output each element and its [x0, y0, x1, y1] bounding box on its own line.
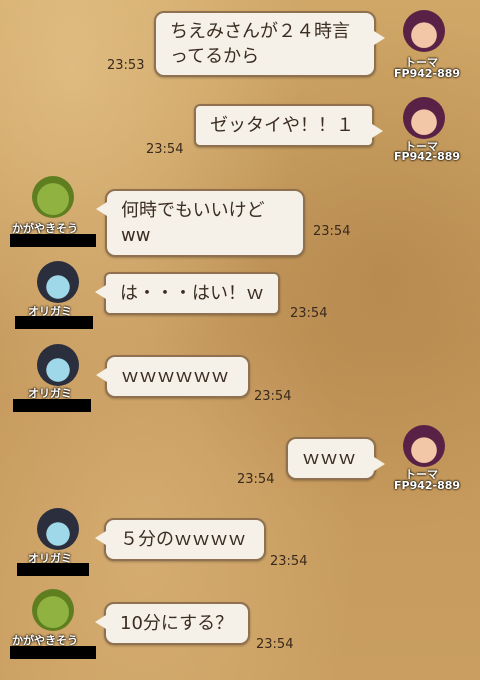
- chat-log: ちえみさんが２４時言ってるから 23:53 トーマ FP942-889 ゼッタイ…: [0, 0, 480, 680]
- sender-id: FP942-889: [394, 67, 461, 80]
- message-bubble: 10分にする？: [95, 602, 250, 645]
- toma-avatar-icon[interactable]: [403, 425, 445, 467]
- origami-avatar-icon[interactable]: [37, 508, 79, 550]
- message-bubble: は・・・はい！ｗ: [95, 272, 280, 315]
- message-time: 23:54: [256, 637, 294, 652]
- message-time: 23:54: [146, 142, 184, 157]
- origami-avatar-icon[interactable]: [37, 261, 79, 303]
- message-time: 23:54: [270, 554, 308, 569]
- message-bubble: ゼッタイや！！１: [194, 104, 383, 147]
- message-bubble: ５分のｗｗｗｗ: [95, 518, 266, 561]
- message-time: 23:54: [313, 224, 351, 239]
- toma-avatar-icon[interactable]: [403, 10, 445, 52]
- message-bubble: ｗｗｗｗｗｗ: [96, 355, 250, 398]
- message-time: 23:54: [237, 472, 275, 487]
- redacted-id: [15, 316, 93, 329]
- sender-id: FP942-889: [394, 150, 461, 163]
- message-time: 23:53: [107, 58, 145, 73]
- redacted-id: [10, 234, 96, 247]
- sender-id: FP942-889: [394, 479, 461, 492]
- toma-avatar-icon[interactable]: [403, 97, 445, 139]
- redacted-id: [10, 646, 96, 659]
- message-bubble: 何時でもいいけどww: [96, 189, 305, 257]
- kagayakisou-avatar-icon[interactable]: [32, 176, 74, 218]
- kagayakisou-avatar-icon[interactable]: [32, 589, 74, 631]
- origami-avatar-icon[interactable]: [37, 344, 79, 386]
- message-time: 23:54: [290, 306, 328, 321]
- redacted-id: [13, 399, 91, 412]
- message-bubble: ちえみさんが２４時言ってるから: [154, 11, 385, 77]
- message-bubble: ｗｗｗ: [286, 437, 385, 480]
- redacted-id: [17, 563, 89, 576]
- message-time: 23:54: [254, 389, 292, 404]
